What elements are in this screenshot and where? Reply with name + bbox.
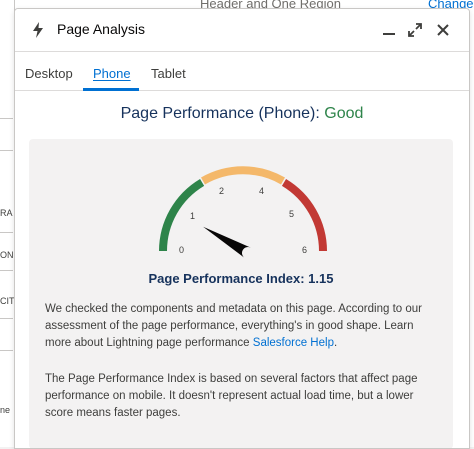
assessment-text: We checked the components and metadata o… bbox=[45, 301, 441, 352]
salesforce-help-link[interactable]: Salesforce Help bbox=[253, 337, 334, 349]
performance-gauge: 0 1 2 4 5 6 bbox=[159, 166, 327, 259]
gauge-arc-good bbox=[159, 178, 205, 252]
gauge-tick-2: 2 bbox=[219, 186, 224, 196]
gauge-arc-moderate bbox=[201, 166, 285, 185]
divider bbox=[0, 318, 13, 319]
divider bbox=[0, 270, 13, 271]
assessment-body: We checked the components and metadata o… bbox=[45, 303, 422, 349]
panel-header: Page Analysis bbox=[15, 9, 469, 52]
divider bbox=[0, 150, 13, 151]
expand-icon[interactable] bbox=[405, 20, 425, 40]
panel-title: Page Analysis bbox=[57, 21, 145, 37]
background-fragment: CIT bbox=[0, 296, 15, 306]
background-fragment: ON bbox=[0, 250, 14, 260]
performance-index: Page Performance Index: 1.15 bbox=[148, 271, 334, 286]
divider bbox=[0, 232, 13, 233]
gauge-tick-0: 0 bbox=[179, 245, 184, 255]
minimize-icon[interactable] bbox=[379, 20, 399, 40]
tab-desktop[interactable]: Desktop bbox=[25, 66, 73, 90]
tab-tablet[interactable]: Tablet bbox=[151, 66, 186, 90]
performance-heading-label: Page Performance (Phone): bbox=[120, 105, 325, 122]
page-analysis-panel: Page Analysis Desktop Phone Tablet Page … bbox=[14, 8, 470, 449]
gauge-tick-1: 1 bbox=[190, 211, 195, 221]
active-tab-indicator bbox=[83, 88, 139, 91]
divider bbox=[0, 350, 13, 351]
tab-phone[interactable]: Phone bbox=[93, 66, 131, 90]
index-explanation: The Page Performance Index is based on s… bbox=[45, 373, 418, 419]
background-left-strip: RA ON CIT ne bbox=[0, 0, 15, 447]
background-fragment: RA bbox=[0, 208, 13, 218]
gauge-tick-6: 6 bbox=[302, 245, 307, 255]
divider bbox=[0, 118, 13, 119]
bolt-icon bbox=[29, 21, 47, 39]
performance-heading: Page Performance (Phone): Good bbox=[15, 105, 469, 123]
device-tabs: Desktop Phone Tablet bbox=[15, 52, 469, 91]
close-icon[interactable] bbox=[433, 20, 453, 40]
performance-card: 0 1 2 4 5 6 Page Performance Index: 1.15… bbox=[29, 139, 453, 448]
background-fragment: ne bbox=[0, 405, 11, 415]
gauge-tick-5: 5 bbox=[289, 209, 294, 219]
assessment-period: . bbox=[333, 337, 338, 349]
performance-rating: Good bbox=[324, 105, 364, 122]
gauge-tick-4: 4 bbox=[259, 186, 264, 196]
gauge-needle bbox=[203, 226, 251, 259]
